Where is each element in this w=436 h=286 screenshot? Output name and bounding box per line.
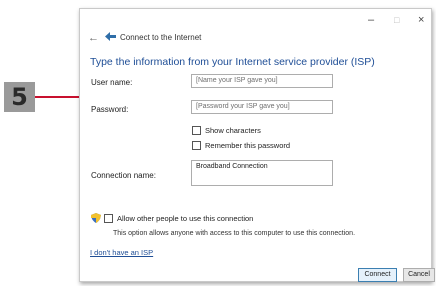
allow-others-description: This option allows anyone with access to… bbox=[113, 230, 356, 237]
window-title: Connect to the Internet bbox=[120, 33, 202, 42]
remember-password-checkbox[interactable] bbox=[192, 141, 201, 150]
connection-name-label: Connection name: bbox=[91, 171, 156, 180]
network-icon bbox=[105, 32, 116, 41]
close-button[interactable]: × bbox=[418, 15, 424, 26]
password-label: Password: bbox=[91, 105, 129, 114]
remember-password-label: Remember this password bbox=[205, 141, 291, 150]
allow-others-label: Allow other people to use this connectio… bbox=[117, 214, 254, 223]
password-field[interactable]: [Password your ISP gave you] bbox=[191, 100, 333, 114]
minimize-button[interactable]: – bbox=[368, 15, 374, 26]
no-isp-link[interactable]: I don't have an ISP bbox=[90, 248, 153, 257]
maximize-button[interactable]: □ bbox=[394, 15, 399, 25]
connect-button[interactable]: Connect bbox=[358, 268, 397, 282]
connection-name-field[interactable]: Broadband Connection bbox=[191, 160, 333, 186]
page-heading: Type the information from your Internet … bbox=[90, 56, 375, 68]
dialog-window: – □ × ← Connect to the Internet Type the… bbox=[79, 8, 435, 282]
show-characters-checkbox[interactable] bbox=[192, 126, 201, 135]
step-number-badge: 5 bbox=[4, 82, 35, 112]
show-characters-label: Show characters bbox=[205, 126, 261, 135]
username-label: User name: bbox=[91, 78, 133, 87]
allow-others-checkbox[interactable] bbox=[104, 214, 113, 223]
back-button[interactable]: ← bbox=[88, 32, 99, 44]
username-field[interactable]: [Name your ISP gave you] bbox=[191, 74, 333, 88]
uac-shield-icon bbox=[91, 213, 101, 223]
cancel-button[interactable]: Cancel bbox=[403, 268, 435, 282]
